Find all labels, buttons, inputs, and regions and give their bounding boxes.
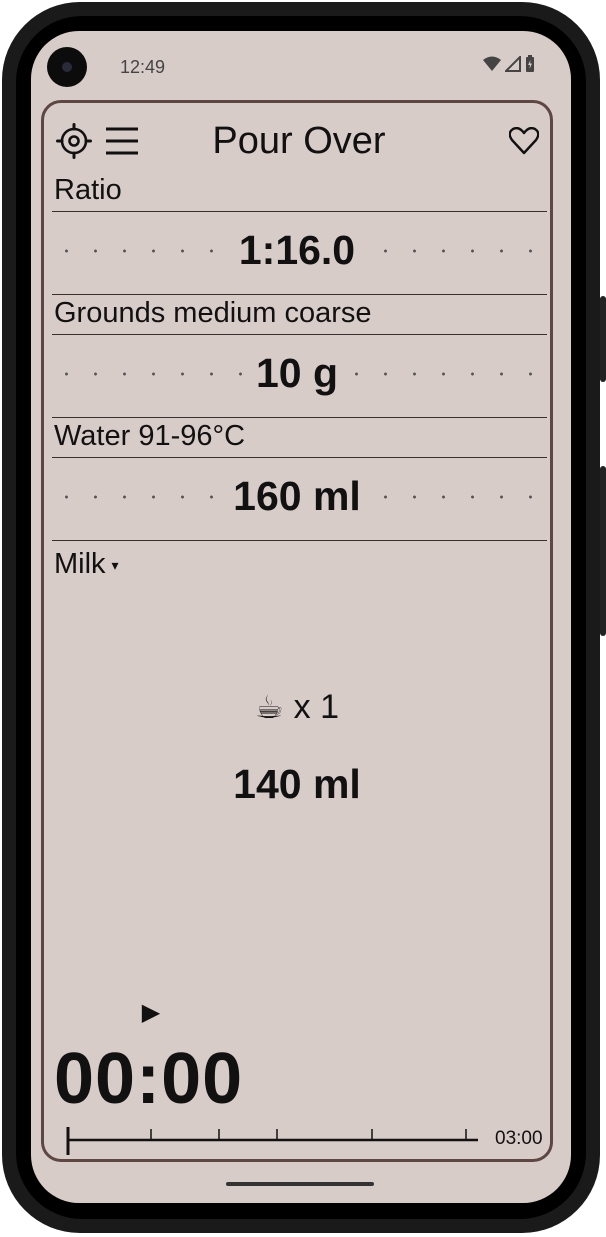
cup-count-text: x 1 xyxy=(293,688,340,726)
status-icons xyxy=(483,55,535,73)
app-screen: 12:49 Pour Over Ratio 1:16.0 Grounds med… xyxy=(31,31,571,1203)
water-label: Water 91-96°C xyxy=(54,420,246,452)
top-bar: Pour Over xyxy=(54,119,544,163)
ratio-bottom-divider xyxy=(52,294,547,295)
camera-icon xyxy=(47,47,87,87)
water-bottom-divider xyxy=(52,540,547,541)
timer-duration: 03:00 xyxy=(495,1128,543,1149)
settings-button[interactable] xyxy=(54,121,94,161)
menu-button[interactable] xyxy=(102,121,142,161)
battery-icon xyxy=(526,55,534,72)
dropdown-caret-icon: ▾ xyxy=(111,556,119,573)
cup-amount: 140 ml xyxy=(233,761,361,807)
coffee-cup-icon: ☕ xyxy=(254,689,284,725)
ratio-divider xyxy=(52,211,547,212)
signal-icon xyxy=(505,56,521,72)
timer-timeline[interactable] xyxy=(64,1123,482,1163)
milk-label: Milk xyxy=(54,548,106,580)
gear-icon xyxy=(56,123,92,159)
grounds-value[interactable]: 10 g xyxy=(44,350,550,397)
ratio-value-text: 1:16.0 xyxy=(224,227,370,273)
recipe-card: Pour Over Ratio 1:16.0 Grounds medium co… xyxy=(41,100,554,1163)
heart-icon xyxy=(509,127,539,155)
cup-count: ☕ x 1 xyxy=(44,688,550,727)
volume-button xyxy=(600,466,606,636)
grounds-divider xyxy=(52,334,547,335)
ratio-label: Ratio xyxy=(54,174,122,206)
home-indicator[interactable] xyxy=(226,1182,374,1186)
menu-icon xyxy=(106,127,138,155)
water-value[interactable]: 160 ml xyxy=(44,473,550,520)
milk-dropdown[interactable]: Milk ▾ xyxy=(54,548,119,581)
grounds-label: Grounds medium coarse xyxy=(54,297,372,329)
grounds-bottom-divider xyxy=(52,417,547,418)
power-button xyxy=(600,296,606,382)
water-value-text: 160 ml xyxy=(219,473,375,519)
timer-display: 00:00 xyxy=(54,1039,244,1119)
status-time: 12:49 xyxy=(120,57,166,77)
play-icon: ▶ xyxy=(141,998,161,1026)
play-button[interactable]: ▶ xyxy=(137,998,165,1026)
water-divider xyxy=(52,457,547,458)
ratio-value[interactable]: 1:16.0 xyxy=(44,227,550,274)
favorite-button[interactable] xyxy=(504,121,544,161)
grounds-value-text: 10 g xyxy=(241,350,353,396)
wifi-icon xyxy=(483,56,501,71)
